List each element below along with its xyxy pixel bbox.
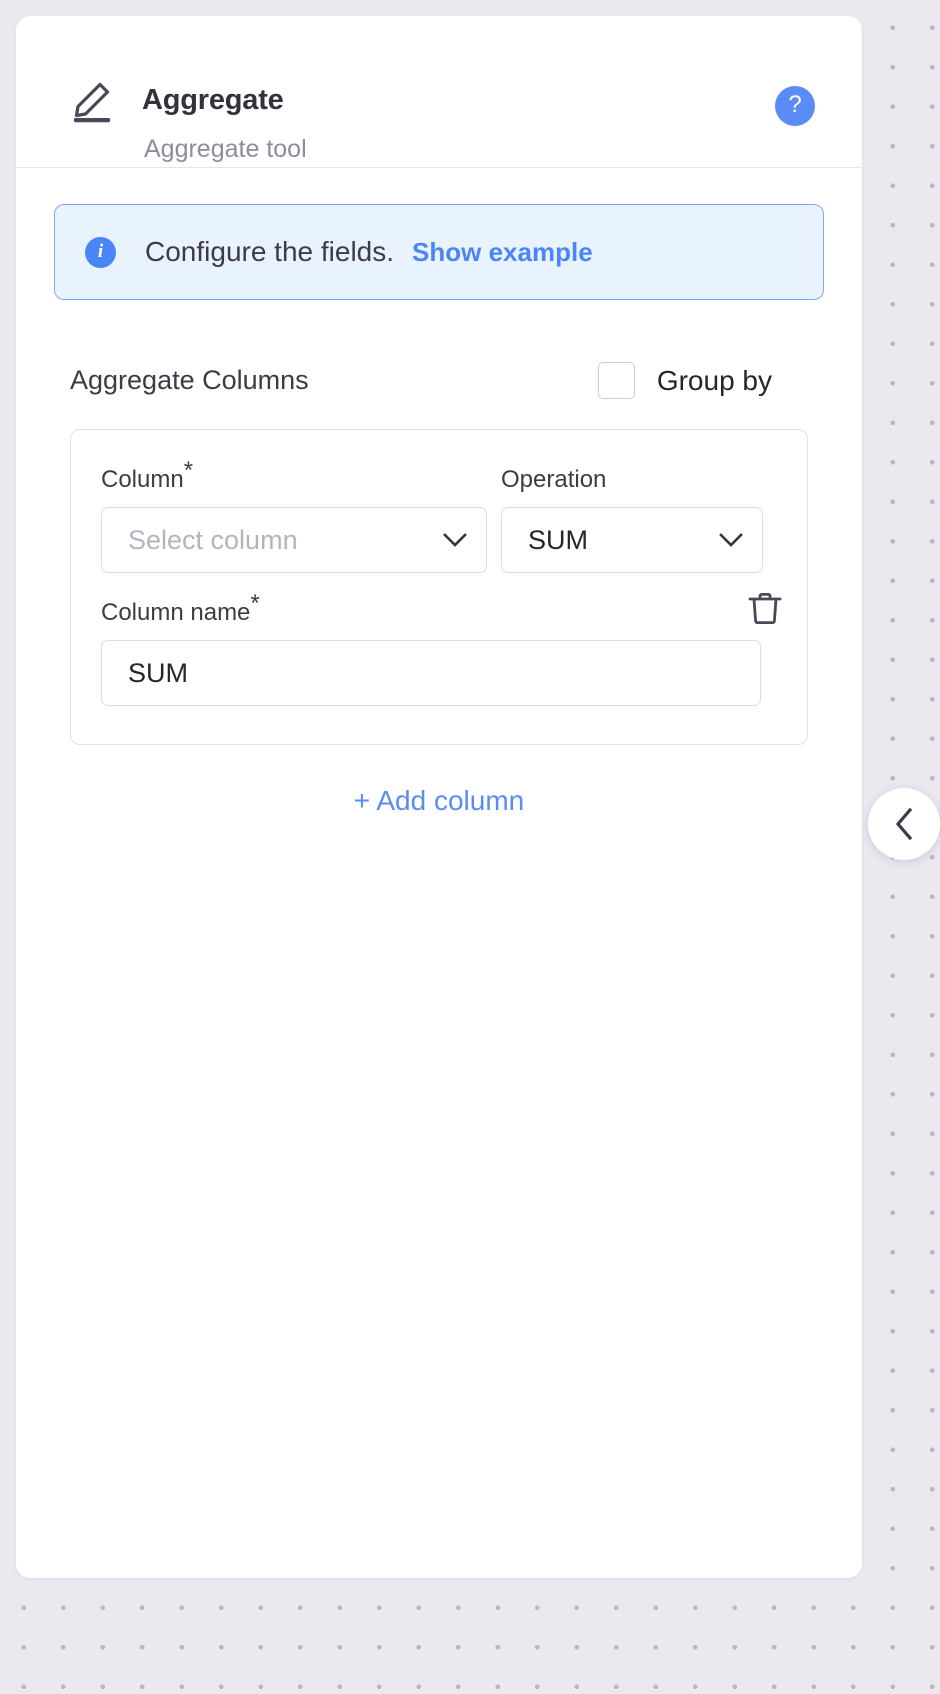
- collapse-panel-button[interactable]: [868, 788, 940, 860]
- info-banner: i Configure the fields. Show example: [54, 204, 824, 300]
- column-name-label-text: Column name: [101, 599, 251, 626]
- column-name-field-label: Column name*: [101, 592, 777, 627]
- column-required-marker: *: [183, 457, 194, 484]
- column-entry-card: Column* Select column Operation SUM Colu…: [70, 429, 808, 745]
- group-by-checkbox[interactable]: [597, 362, 635, 399]
- pencil-edit-icon: [69, 73, 119, 123]
- chevron-down-icon: [442, 532, 468, 548]
- column-field-label: Column*: [101, 459, 487, 494]
- column-select[interactable]: Select column: [101, 507, 487, 573]
- column-field-group: Column* Select column: [101, 459, 487, 573]
- add-column-button[interactable]: + Add column: [54, 785, 824, 817]
- operation-field-label: Operation: [501, 466, 607, 493]
- page-subtitle: Aggregate tool: [144, 135, 307, 163]
- show-example-link[interactable]: Show example: [412, 237, 593, 268]
- column-select-value: Select column: [128, 524, 298, 555]
- section-title: Aggregate Columns: [70, 365, 309, 395]
- operation-select-value: SUM: [528, 524, 588, 555]
- panel-body: i Configure the fields. Show example Agg…: [16, 204, 862, 817]
- delete-column-button[interactable]: [745, 588, 785, 628]
- column-name-field-group: Column name*: [101, 592, 777, 706]
- help-button[interactable]: ?: [775, 86, 815, 126]
- group-by-label: Group by: [656, 364, 772, 396]
- aggregate-columns-section-header: Aggregate Columns Group by: [54, 362, 824, 399]
- column-name-input[interactable]: [101, 640, 761, 706]
- chevron-left-icon: [893, 807, 915, 841]
- operation-select[interactable]: SUM: [501, 507, 763, 573]
- operation-field-group: Operation SUM: [501, 466, 763, 573]
- panel-header: Aggregate Aggregate tool ?: [16, 16, 862, 168]
- group-by-control[interactable]: Group by: [597, 362, 772, 399]
- page-title: Aggregate: [142, 84, 284, 116]
- tool-panel: Aggregate Aggregate tool ? i Configure t…: [16, 16, 862, 1578]
- trash-icon: [745, 593, 785, 631]
- chevron-down-icon: [718, 532, 744, 548]
- column-name-required-marker: *: [250, 590, 260, 617]
- info-icon: i: [85, 236, 116, 268]
- info-banner-message: Configure the fields.: [145, 236, 395, 267]
- column-operation-row: Column* Select column Operation SUM: [101, 459, 777, 573]
- column-label-text: Column: [101, 466, 184, 493]
